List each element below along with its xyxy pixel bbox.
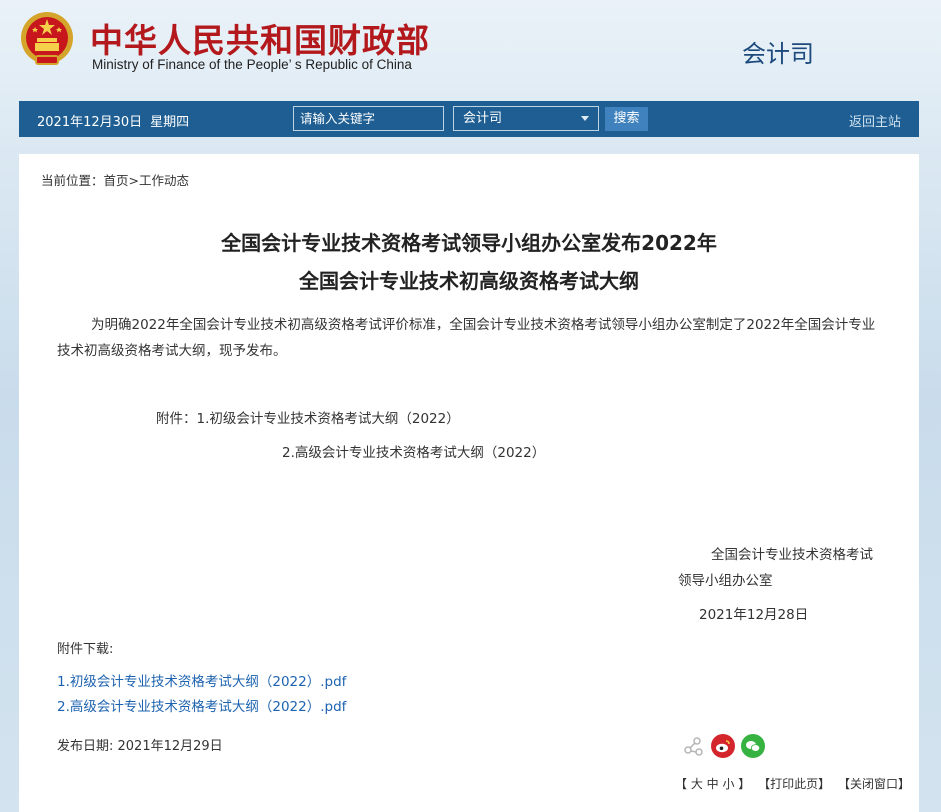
chevron-down-icon [581,116,589,121]
site-title-cn: 中华人民共和国财政部 [90,21,430,60]
breadcrumb: 当前位置：首页>工作动态 [41,173,189,188]
share-icon[interactable] [681,734,705,758]
site-header: 中华人民共和国财政部 Ministry of Finance of the Pe… [0,0,941,100]
download-link-senior[interactable]: 2.高级会计专业技术资格考试大纲（2022）.pdf [57,695,346,715]
national-emblem-icon [21,12,73,65]
article-body: 为明确2022年全国会计专业技术初高级资格考试评价标准，全国会计专业技术资格考试… [57,317,876,359]
download-link-junior[interactable]: 1.初级会计专业技术资格考试大纲（2022）.pdf [57,670,346,690]
nav-bar: 2021年12月30日 星期四 请输入关键字 会计司 搜索 返回主站 [19,101,919,137]
content-panel: 当前位置：首页>工作动态 全国会计专业技术资格考试领导小组办公室发布2022年 … [19,154,919,812]
wechat-icon[interactable] [741,734,765,758]
home-link[interactable]: 返回主站 [849,111,901,130]
site-title-en: Ministry of Finance of the People’ s Rep… [92,57,412,72]
title-line-1: 全国会计专业技术资格考试领导小组办公室发布2022年 [221,231,717,255]
current-date: 2021年12月30日 星期四 [37,111,189,130]
share-buttons [681,734,765,758]
weibo-icon[interactable] [711,734,735,758]
department-name: 会计司 [742,40,814,68]
select-value: 会计司 [463,111,503,126]
downloads-label: 附件下载: [57,642,114,657]
search-button[interactable]: 搜索 [605,107,648,131]
search-input[interactable]: 请输入关键字 [293,106,444,131]
close-window-link[interactable]: 【关闭窗口】 [838,777,910,791]
signature-date: 2021年12月28日 [699,607,809,623]
publish-date: 发布日期: 2021年12月29日 [57,739,223,754]
signature-line-2: 领导小组办公室 [678,573,773,589]
department-select[interactable]: 会计司 [453,106,599,131]
signature-line-1: 全国会计专业技术资格考试 [711,547,873,563]
weekday-text: 星期四 [150,115,190,130]
attachment-line-1: 附件：1.初级会计专业技术资格考试大纲（2022） [156,411,460,427]
title-line-2: 全国会计专业技术初高级资格考试大纲 [299,269,639,293]
attachment-line-2: 2.高级会计专业技术资格考试大纲（2022） [282,445,546,461]
article-title: 全国会计专业技术资格考试领导小组办公室发布2022年 全国会计专业技术初高级资格… [19,224,919,300]
font-size-control[interactable]: 【 大 中 小 】 [675,777,750,791]
print-link[interactable]: 【打印此页】 [758,777,830,791]
footer-links: 【 大 中 小 】 【打印此页】 【关闭窗口】 [675,775,914,792]
date-text: 2021年12月30日 [37,115,143,130]
